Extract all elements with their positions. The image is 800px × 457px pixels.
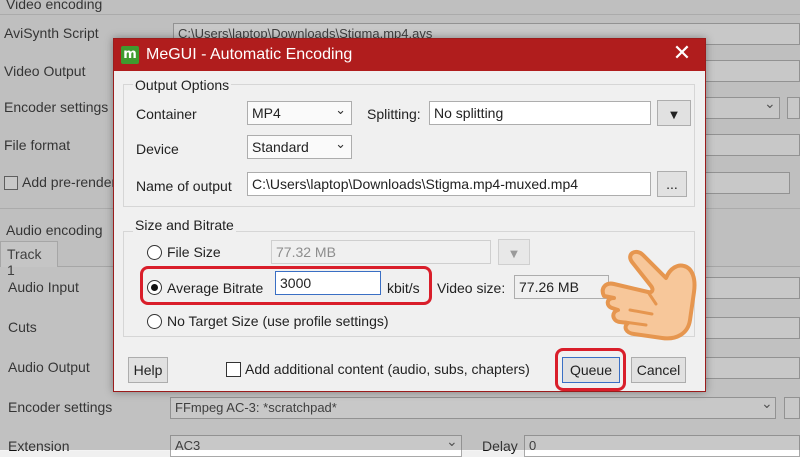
chevron-down-icon: ⌄ bbox=[335, 137, 346, 152]
help-button[interactable]: Help bbox=[128, 357, 168, 383]
splitting-dropdown-button[interactable]: ▼ bbox=[657, 100, 691, 126]
file-size-dropdown: ▼ bbox=[498, 239, 530, 265]
video-size-label: Video size: bbox=[437, 280, 506, 296]
cancel-button[interactable]: Cancel bbox=[631, 357, 686, 383]
caret-down-icon: ▼ bbox=[670, 110, 678, 121]
file-size-field: 77.32 MB bbox=[271, 240, 491, 264]
no-target-size-label: No Target Size (use profile settings) bbox=[167, 313, 389, 329]
average-bitrate-highlight bbox=[140, 266, 432, 305]
add-content-label: Add additional content (audio, subs, cha… bbox=[245, 361, 530, 377]
device-label: Device bbox=[136, 141, 179, 157]
megui-app-icon: m bbox=[121, 46, 139, 64]
name-of-output-label: Name of output bbox=[136, 178, 232, 194]
container-dropdown[interactable]: MP4 ⌄ bbox=[247, 101, 352, 125]
dialog-titlebar[interactable]: m MeGUI - Automatic Encoding ✕ bbox=[114, 39, 705, 71]
file-size-radio[interactable] bbox=[147, 245, 162, 260]
container-value: MP4 bbox=[252, 105, 281, 121]
container-label: Container bbox=[136, 106, 197, 122]
output-name-field[interactable]: C:\Users\laptop\Downloads\Stigma.mp4-mux… bbox=[247, 172, 651, 196]
device-dropdown[interactable]: Standard ⌄ bbox=[247, 135, 352, 159]
queue-button-highlight bbox=[555, 348, 626, 391]
close-icon[interactable]: ✕ bbox=[659, 39, 705, 71]
pointing-hand-icon bbox=[600, 250, 697, 341]
device-value: Standard bbox=[252, 139, 309, 155]
output-options-title: Output Options bbox=[133, 77, 232, 93]
video-size-field: 77.26 MB bbox=[514, 275, 609, 299]
splitting-field[interactable]: No splitting bbox=[429, 101, 651, 125]
caret-down-icon: ▼ bbox=[510, 249, 518, 260]
splitting-label: Splitting: bbox=[367, 106, 421, 122]
chevron-down-icon: ⌄ bbox=[335, 103, 346, 118]
no-target-size-radio[interactable] bbox=[147, 314, 162, 329]
add-content-checkbox[interactable] bbox=[226, 362, 241, 377]
size-bitrate-title: Size and Bitrate bbox=[133, 217, 236, 233]
file-size-label: File Size bbox=[167, 244, 221, 260]
browse-button[interactable]: ... bbox=[657, 171, 687, 197]
dialog-title: MeGUI - Automatic Encoding bbox=[146, 46, 353, 63]
